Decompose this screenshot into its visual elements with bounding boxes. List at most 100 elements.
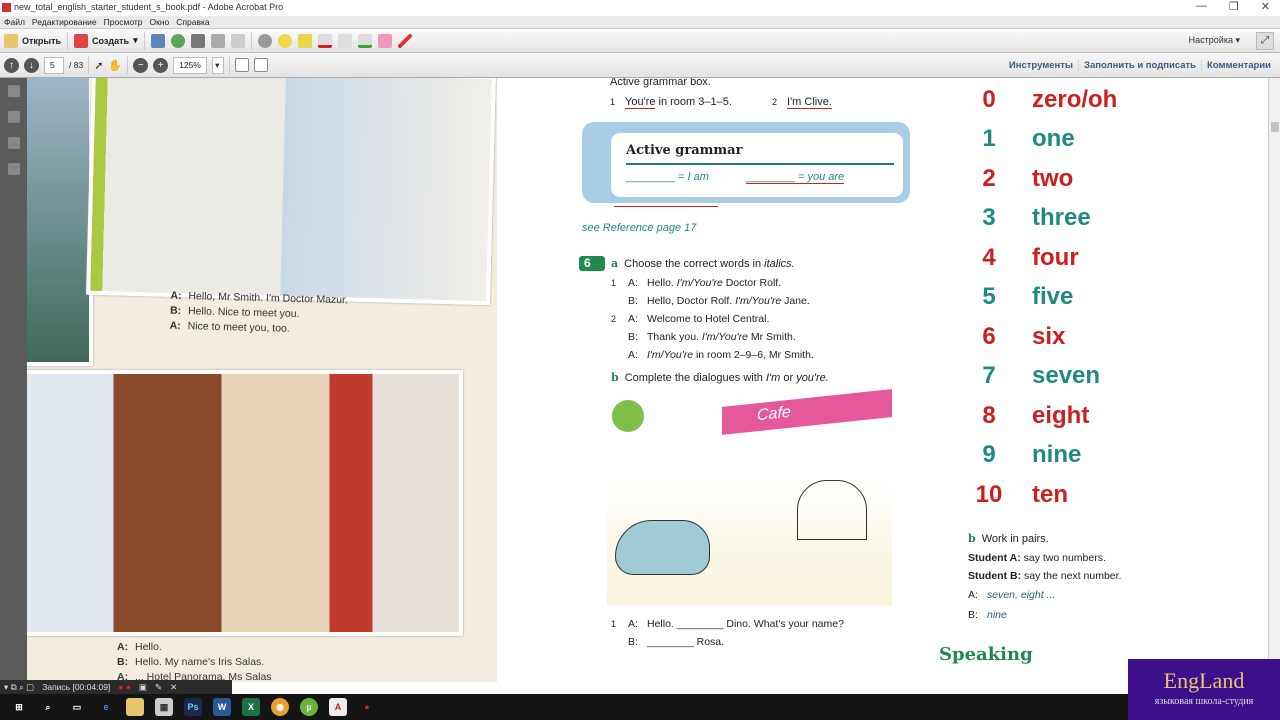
attachments-icon[interactable] <box>7 137 20 149</box>
export-icon[interactable] <box>357 33 372 48</box>
recorder-close-icon[interactable]: ✕ <box>170 680 177 694</box>
active-grammar-box: Active grammar ________ = I am ________ … <box>582 122 910 203</box>
number-word: two <box>1032 165 1074 192</box>
signatures-icon[interactable] <box>7 163 20 175</box>
pairs-title: b Work in pairs. <box>968 532 1049 545</box>
open-label: Открыть <box>22 35 62 46</box>
grammar-rule <box>626 163 894 165</box>
intro-text: Active grammar box. <box>610 78 711 88</box>
menu-bar: Файл Редактирование Просмотр Окно Справк… <box>0 16 1280 29</box>
number-word: four <box>1032 244 1079 271</box>
expand-icon[interactable]: ⤢ <box>1256 32 1274 50</box>
number-digit: 9 <box>982 441 996 468</box>
page-total: / 83 <box>69 60 84 70</box>
menu-window[interactable]: Окно <box>150 16 170 28</box>
utorrent-icon[interactable]: µ <box>300 698 318 716</box>
photoshop-icon[interactable]: Ps <box>184 698 202 716</box>
exercise-line: 2 A: Welcome to Hotel Central. <box>611 313 770 325</box>
menu-edit[interactable]: Редактирование <box>32 16 97 28</box>
speaking-heading: Speaking <box>939 644 1033 665</box>
number-word: five <box>1032 283 1074 310</box>
create-pdf-icon <box>74 33 89 48</box>
customize-label: Настройка <box>1188 35 1233 45</box>
number-word: one <box>1032 125 1075 152</box>
close-button[interactable]: ✕ <box>1261 0 1270 13</box>
exercise-line: B: Hello, Doctor Rolf. I'm/You're Jane. <box>628 295 810 307</box>
minimize-button[interactable]: — <box>1196 0 1207 13</box>
recorder-menu-icon[interactable]: ▾ ⧉ ⌕ ▢ <box>4 680 34 694</box>
pairs-student-a: Student A: say two numbers. <box>968 552 1106 564</box>
tools-link[interactable]: Инструменты <box>1004 60 1078 71</box>
explorer-icon[interactable]: 📁 <box>126 698 144 716</box>
chrome-icon[interactable]: ◉ <box>271 698 289 716</box>
zoom-out-button[interactable]: − <box>133 57 149 73</box>
next-page-button[interactable]: ↓ <box>24 57 39 73</box>
vertical-scrollbar[interactable] <box>1268 78 1280 682</box>
upload-icon[interactable] <box>170 33 185 48</box>
fit-width-icon[interactable] <box>254 58 269 72</box>
scroll-thumb[interactable] <box>1271 122 1279 132</box>
create-button[interactable]: Создать ▾ <box>74 33 138 48</box>
hand-tool-icon[interactable]: ✋ <box>108 59 122 72</box>
pairs-example-a: A: seven, eight ... <box>968 589 1056 601</box>
reference-link[interactable]: see Reference page 17 <box>582 222 696 234</box>
zoom-dropdown[interactable]: ▾ <box>212 56 225 74</box>
number-digit: 5 <box>982 283 996 310</box>
calculator-icon[interactable]: ▦ <box>155 698 173 716</box>
acrobat-icon <box>2 3 11 12</box>
prev-page-button[interactable]: ↑ <box>4 57 19 73</box>
zoom-in-button[interactable]: + <box>153 57 169 73</box>
start-icon[interactable]: ⊞ <box>10 698 28 716</box>
email-icon[interactable] <box>230 33 245 48</box>
pages-icon[interactable] <box>7 85 20 97</box>
excel-icon[interactable]: X <box>242 698 260 716</box>
restore-button[interactable]: ❐ <box>1229 0 1239 13</box>
comment-icon[interactable] <box>277 33 292 48</box>
camera-icon[interactable]: ▣ <box>139 680 147 694</box>
window-controls: — ❐ ✕ <box>1196 0 1270 13</box>
recorder-taskbar-icon[interactable]: ● <box>358 698 376 716</box>
gear-icon[interactable] <box>257 33 272 48</box>
fill-sign-link[interactable]: Заполнить и подписать <box>1078 60 1201 71</box>
number-word: three <box>1032 204 1091 231</box>
dialogue-line: B: ________ Rosa. <box>628 636 725 648</box>
menu-help[interactable]: Справка <box>176 16 209 28</box>
customize-dropdown[interactable]: Настройка ▾ <box>1189 35 1240 46</box>
bookmarks-icon[interactable] <box>7 111 20 123</box>
select-tool-icon[interactable]: ➚ <box>94 59 103 72</box>
divider <box>67 31 69 50</box>
open-button[interactable]: Открыть <box>4 33 62 48</box>
watermark-title: EngLand <box>1163 668 1245 693</box>
menu-file[interactable]: Файл <box>4 16 25 28</box>
menu-view[interactable]: Просмотр <box>104 16 143 28</box>
edit-icon[interactable] <box>210 33 225 48</box>
zoom-input[interactable]: 125% <box>173 56 208 74</box>
pencil-icon[interactable] <box>397 33 412 48</box>
exercise-6b: b Complete the dialogues with I'm or you'… <box>611 371 829 384</box>
highlight-icon[interactable] <box>297 33 312 48</box>
divider <box>127 56 129 74</box>
review-icon[interactable] <box>337 33 352 48</box>
pen-icon[interactable]: ✎ <box>155 680 162 694</box>
number-word: eight <box>1032 402 1090 429</box>
comments-link[interactable]: Комментарии <box>1201 60 1276 71</box>
acrobat-taskbar-icon[interactable]: A <box>329 698 347 716</box>
sign-icon[interactable] <box>377 33 392 48</box>
delete-page-icon[interactable] <box>317 33 332 48</box>
caption-line: A: Hello. <box>117 641 162 653</box>
print-icon[interactable] <box>190 33 205 48</box>
number-digit: 6 <box>982 323 996 350</box>
dialogue-line: 1 A: Hello. ________ Dino. What's your nam… <box>611 618 844 630</box>
save-icon[interactable] <box>150 33 165 48</box>
cafe-sign: Cafe <box>722 389 892 435</box>
record-icon[interactable]: ● ● <box>118 680 131 694</box>
page-number-input[interactable]: 5 <box>44 56 64 74</box>
divider <box>88 56 90 74</box>
edge-icon[interactable]: e <box>97 698 115 716</box>
fit-page-icon[interactable] <box>235 58 250 72</box>
word-icon[interactable]: W <box>213 698 231 716</box>
window-title: new_total_english_starter_student_s_book… <box>14 2 284 12</box>
task-view-icon[interactable]: ▭ <box>68 698 86 716</box>
folder-icon <box>4 33 18 48</box>
search-icon[interactable]: ⌕ <box>39 698 57 716</box>
